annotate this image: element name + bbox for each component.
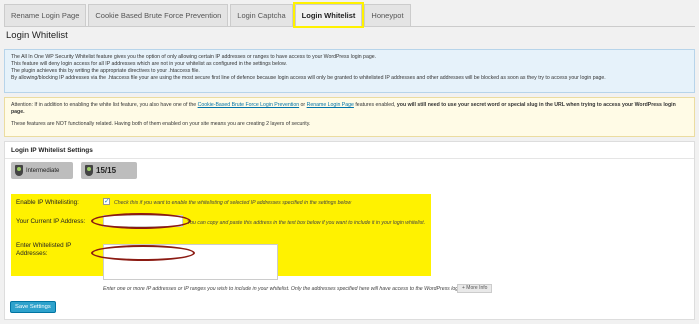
tab-cookie-brute-force[interactable]: Cookie Based Brute Force Prevention (88, 4, 229, 26)
whitelist-addresses-label: Enter Whitelisted IP Addresses: (16, 242, 72, 257)
current-ip-desc: You can copy and paste this address in t… (187, 220, 426, 226)
tab-login-whitelist[interactable]: Login Whitelist (294, 4, 363, 26)
info-line-1: The All In One WP Security Whitelist fea… (11, 54, 377, 60)
attention-box: Attention: If in addition to enabling th… (4, 97, 695, 137)
whitelist-settings-panel: Login IP Whitelist Settings Intermediate… (4, 141, 695, 320)
security-level-badge: Intermediate (11, 162, 73, 179)
attention-paragraph: Attention: If in addition to enabling th… (11, 102, 688, 116)
info-line-2: This feature will deny login access for … (11, 61, 287, 67)
info-line-4: By allowing/blocking IP addresses via th… (11, 75, 606, 81)
info-line-3: The plugin achieves this by writing the … (11, 68, 200, 74)
settings-title: Login IP Whitelist Settings (11, 147, 93, 154)
rename-login-page-link[interactable]: Rename Login Page (307, 102, 354, 108)
shield-icon (85, 165, 93, 176)
attention-text-b: or (299, 102, 307, 108)
security-points-text: 15/15 (96, 166, 117, 175)
more-info-button[interactable]: + More Info (457, 284, 493, 293)
annotation-circle-textarea (91, 245, 195, 261)
cookie-brute-force-link[interactable]: Cookie-Based Brute Force Login Preventio… (198, 102, 300, 108)
tab-honeypot[interactable]: Honeypot (364, 4, 411, 26)
enable-whitelisting-checkbox[interactable] (103, 197, 110, 205)
enable-whitelisting-desc: Check this if you want to enable the whi… (114, 200, 352, 206)
tab-bar: Rename Login Page Cookie Based Brute For… (4, 4, 413, 26)
security-points-badge: 15/15 (81, 162, 137, 179)
settings-divider (5, 158, 694, 159)
tab-login-captcha[interactable]: Login Captcha (230, 4, 293, 26)
attention-text-c: features enabled, (353, 102, 397, 108)
attention-paragraph-2: These features are NOT functionally rela… (11, 121, 311, 127)
enable-whitelisting-label: Enable IP Whitelisting: (16, 199, 79, 206)
whitelist-addresses-desc: Enter one or more IP addresses or IP ran… (103, 286, 477, 292)
info-box: The All In One WP Security Whitelist fea… (4, 49, 695, 93)
shield-icon (15, 165, 23, 176)
current-ip-label: Your Current IP Address: (16, 218, 86, 225)
attention-text-a: Attention: If in addition to enabling th… (11, 102, 198, 108)
tab-rename-login-page[interactable]: Rename Login Page (4, 4, 87, 26)
page-title: Login Whitelist (6, 30, 68, 41)
security-level-text: Intermediate (26, 167, 60, 174)
save-settings-button[interactable]: Save Settings (10, 301, 56, 313)
annotation-circle-ip (91, 213, 191, 229)
tab-divider (4, 26, 695, 27)
